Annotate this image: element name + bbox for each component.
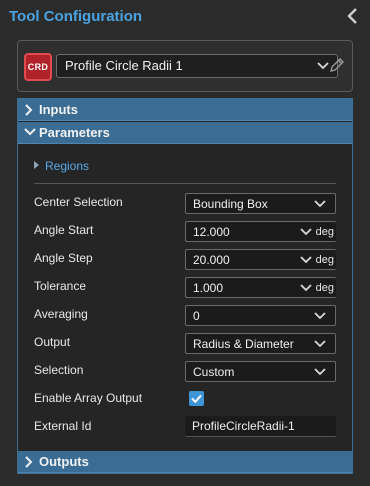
chevron-down-icon[interactable] xyxy=(300,256,312,264)
chevron-down-icon xyxy=(24,128,36,136)
tolerance-unit: deg xyxy=(315,282,334,294)
external-id-value: ProfileCircleRadii-1 xyxy=(192,419,295,433)
chevron-right-icon xyxy=(25,104,33,116)
averaging-label: Averaging xyxy=(34,307,88,321)
section-inputs-label: Inputs xyxy=(39,102,78,117)
enable-array-output-label: Enable Array Output xyxy=(34,391,143,405)
tool-type-badge: CRD xyxy=(24,53,52,81)
tool-selector-box: CRD Profile Circle Radii 1 xyxy=(17,40,353,92)
section-parameters-label: Parameters xyxy=(39,125,110,140)
output-dropdown[interactable]: Radius & Diameter xyxy=(185,333,336,354)
center-selection-label: Center Selection xyxy=(34,195,123,209)
external-id-label: External Id xyxy=(34,419,92,433)
center-selection-dropdown[interactable]: Bounding Box xyxy=(185,193,336,214)
center-selection-value: Bounding Box xyxy=(193,197,268,211)
panel-title: Tool Configuration xyxy=(9,8,143,25)
selection-label: Selection xyxy=(34,363,84,377)
tolerance-label: Tolerance xyxy=(34,279,87,293)
angle-step-field[interactable]: 20.000 deg xyxy=(185,249,336,270)
tool-name: Profile Circle Radii 1 xyxy=(65,58,183,73)
chevron-right-icon xyxy=(25,456,33,468)
chevron-down-icon xyxy=(314,312,326,320)
tolerance-value: 1.000 xyxy=(193,281,224,295)
check-icon xyxy=(191,394,202,404)
angle-start-field[interactable]: 12.000 deg xyxy=(185,221,336,242)
tolerance-field[interactable]: 1.000 deg xyxy=(185,277,336,298)
selection-value: Custom xyxy=(193,365,235,379)
regions-label: Regions xyxy=(45,159,90,173)
chevron-down-icon[interactable] xyxy=(300,228,312,236)
pencil-icon xyxy=(330,58,344,72)
collapse-panel-button[interactable] xyxy=(346,7,360,25)
angle-step-value: 20.000 xyxy=(193,253,230,267)
section-outputs-label: Outputs xyxy=(39,454,89,469)
triangle-right-icon xyxy=(34,161,39,169)
angle-step-label: Angle Step xyxy=(34,251,93,265)
regions-expander[interactable]: Regions xyxy=(34,159,89,177)
averaging-dropdown[interactable]: 0 xyxy=(185,305,336,326)
divider xyxy=(34,183,336,184)
section-inputs-header[interactable]: Inputs xyxy=(18,99,352,121)
angle-start-unit: deg xyxy=(315,226,334,238)
panel-header: Tool Configuration xyxy=(0,0,370,34)
angle-step-unit: deg xyxy=(315,254,334,266)
chevron-down-icon xyxy=(314,340,326,348)
edit-tool-name-button[interactable] xyxy=(328,56,346,74)
selection-dropdown[interactable]: Custom xyxy=(185,361,336,382)
angle-start-value: 12.000 xyxy=(193,225,230,239)
tool-select-dropdown[interactable]: Profile Circle Radii 1 xyxy=(56,54,338,78)
chevron-down-icon xyxy=(314,200,326,208)
output-value: Radius & Diameter xyxy=(193,337,294,351)
output-label: Output xyxy=(34,335,71,349)
chevron-down-icon[interactable] xyxy=(300,284,312,292)
configuration-panel: Inputs Parameters Regions Center Selecti… xyxy=(17,98,353,474)
external-id-input[interactable]: ProfileCircleRadii-1 xyxy=(185,416,336,437)
angle-start-label: Angle Start xyxy=(34,223,94,237)
enable-array-output-checkbox[interactable] xyxy=(189,391,204,406)
chevron-down-icon xyxy=(314,368,326,376)
section-parameters-header[interactable]: Parameters xyxy=(18,122,352,144)
averaging-value: 0 xyxy=(193,309,200,323)
section-outputs-header[interactable]: Outputs xyxy=(18,451,352,473)
chevron-left-icon xyxy=(347,8,357,24)
